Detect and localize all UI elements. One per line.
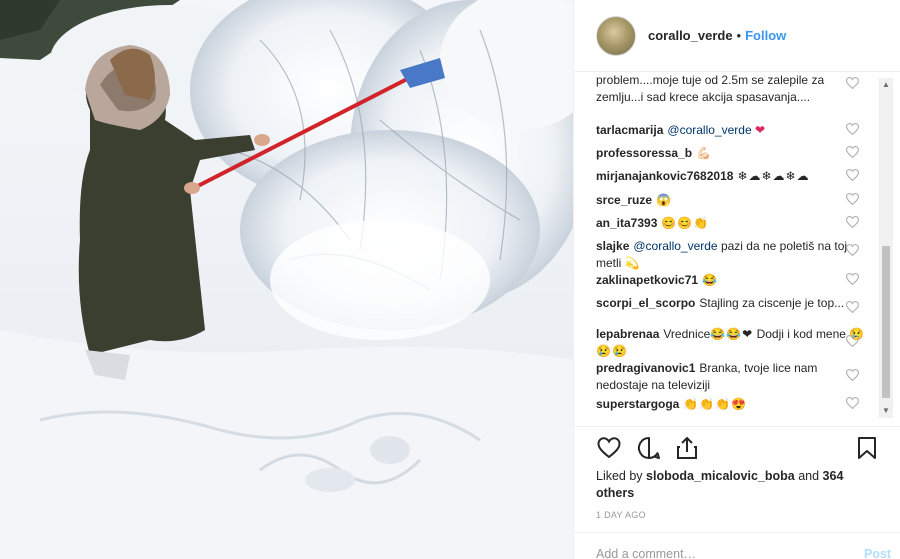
comment-emoji: 💫: [624, 256, 641, 270]
scrollbar-thumb[interactable]: [882, 246, 890, 398]
comment-item: an_ita7393 😊😊👏: [596, 215, 866, 232]
comment-like-heart-icon[interactable]: [846, 369, 860, 383]
post-comment-button[interactable]: Post: [864, 547, 891, 559]
comment-text: Stajling za ciscenje je top...: [699, 296, 845, 310]
comments-list[interactable]: problem....moje tuje od 2.5m se zalepile…: [596, 72, 866, 422]
add-comment-input[interactable]: Add a comment…: [596, 547, 696, 559]
comment-like-heart-icon[interactable]: [846, 244, 860, 258]
post-photo[interactable]: [0, 0, 573, 559]
avatar[interactable]: [596, 15, 636, 56]
comments-scrollbar[interactable]: ▲ ▼: [879, 78, 893, 418]
comment-text-2: Dodji i kod mene: [756, 327, 846, 341]
comment-like-heart-icon[interactable]: [846, 216, 860, 230]
comment-username[interactable]: zaklinapetkovic71: [596, 273, 698, 287]
comment-emoji: 😱: [656, 193, 672, 207]
comment-username[interactable]: predragivanovic1: [596, 361, 695, 375]
comment-like-heart-icon[interactable]: [846, 335, 860, 349]
comment-username[interactable]: scorpi_el_scorpo: [596, 296, 695, 310]
snow-scene-image: [0, 0, 573, 559]
comment-username[interactable]: lepabrenaa: [596, 327, 659, 341]
comment-emoji: 💪🏻: [696, 146, 712, 160]
comment-like-heart-icon[interactable]: [846, 77, 860, 91]
bookmark-icon[interactable]: [854, 435, 880, 461]
comment-like-heart-icon[interactable]: [846, 397, 860, 411]
comment-bubble-icon[interactable]: [636, 435, 662, 461]
comment-username[interactable]: mirjanajankovic7682018: [596, 169, 733, 183]
likes-user[interactable]: sloboda_micalovic_boba: [646, 469, 795, 483]
likes-summary: Liked by sloboda_micalovic_boba and 364 …: [596, 468, 856, 502]
comment-like-heart-icon[interactable]: [846, 169, 860, 183]
header-separator: •: [736, 28, 742, 43]
comment-item: scorpi_el_scorpo Stajling za ciscenje je …: [596, 295, 866, 312]
comment-item: slajke @corallo_verde pazi da ne poletiš …: [596, 238, 866, 272]
comment-username[interactable]: tarlacmarija: [596, 123, 663, 137]
add-comment-bar: Add a comment… Post: [574, 532, 900, 559]
comment-mention[interactable]: @corallo_verde: [633, 239, 717, 253]
scroll-down-arrow-icon[interactable]: ▼: [879, 404, 893, 418]
comment-item: lepabrenaa Vrednice😂😂❤ Dodji i kod mene 😢…: [596, 326, 866, 360]
comment-like-heart-icon[interactable]: [846, 146, 860, 160]
comment-username[interactable]: an_ita7393: [596, 216, 657, 230]
like-heart-icon[interactable]: [596, 435, 622, 461]
comment-like-heart-icon[interactable]: [846, 273, 860, 287]
comment-item: zaklinapetkovic71 😂: [596, 272, 866, 289]
comment-item: superstargoga 👏👏👏😍: [596, 396, 866, 413]
comment-emoji: 😊😊👏: [661, 216, 710, 230]
post-actions: [574, 426, 900, 466]
comment-emoji: 👏👏👏😍: [683, 397, 748, 411]
comment-like-heart-icon[interactable]: [846, 301, 860, 315]
share-arrow-icon[interactable]: [674, 435, 700, 461]
post-header: corallo_verde • Follow: [574, 0, 900, 72]
likes-and: and: [798, 469, 820, 483]
likes-prefix: Liked by: [596, 469, 643, 483]
post-timestamp[interactable]: 1 DAY AGO: [596, 510, 646, 520]
scroll-up-arrow-icon[interactable]: ▲: [879, 78, 893, 92]
comment-emoji: 😂😂❤: [710, 327, 754, 341]
comment-username[interactable]: superstargoga: [596, 397, 679, 411]
comment-text: problem....moje tuje od 2.5m se zalepile…: [596, 73, 825, 104]
comment-username[interactable]: slajke: [596, 239, 629, 253]
comment-item: mirjanajankovic7682018 ❄☁❄☁❄☁: [596, 168, 866, 185]
comment-item: tarlacmarija @corallo_verde ❤: [596, 122, 866, 139]
comment-text: Vrednice: [663, 327, 711, 341]
comment-username[interactable]: professoressa_b: [596, 146, 692, 160]
comment-item: srce_ruze 😱: [596, 192, 866, 209]
comment-item: problem....moje tuje od 2.5m se zalepile…: [596, 72, 866, 106]
comment-mention[interactable]: @corallo_verde: [667, 123, 751, 137]
post-username[interactable]: corallo_verde: [648, 28, 733, 43]
comment-emoji: 😂: [702, 273, 719, 287]
comment-item: professoressa_b 💪🏻: [596, 145, 866, 162]
comment-username[interactable]: srce_ruze: [596, 193, 652, 207]
comment-emoji: ❤: [754, 123, 767, 137]
comment-like-heart-icon[interactable]: [846, 193, 860, 207]
follow-button[interactable]: Follow: [745, 28, 786, 43]
comment-like-heart-icon[interactable]: [846, 123, 860, 137]
comment-item: predragivanovic1 Branka, tvoje lice nam n…: [596, 360, 866, 394]
comment-emoji: ❄☁❄☁❄☁: [737, 169, 810, 183]
post-side-panel: corallo_verde • Follow problem....moje t…: [573, 0, 900, 559]
